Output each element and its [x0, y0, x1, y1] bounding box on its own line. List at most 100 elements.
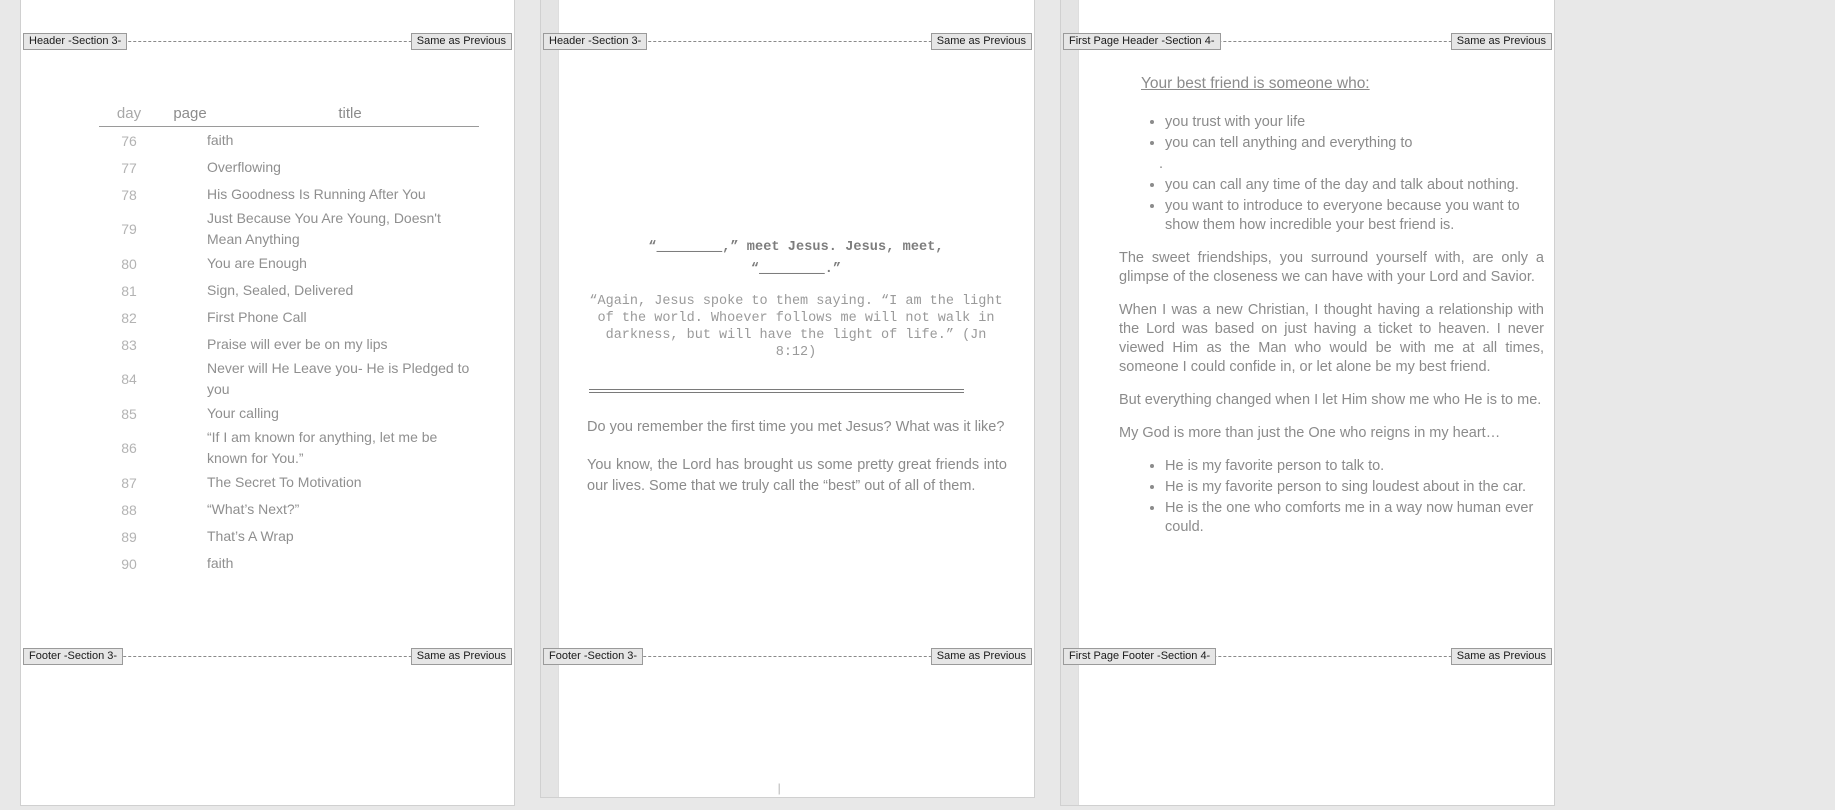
page3-header-label[interactable]: First Page Header -Section 4-: [1063, 33, 1221, 50]
title-line2-text: .”: [824, 262, 842, 277]
devotional-title: “________,” meet Jesus. Jesus, meet, “__…: [587, 237, 1005, 281]
page1-footer-label[interactable]: Footer -Section 3-: [23, 648, 124, 665]
toc-cell-day: 83: [121, 336, 137, 353]
page3-header-same-as-previous[interactable]: Same as Previous: [1450, 33, 1552, 50]
toc-cell-day: 81: [121, 282, 137, 299]
list-item: you can tell anything and everything to: [1165, 134, 1544, 153]
table-row[interactable]: 86 “If I am known for anything, let me be…: [99, 427, 479, 469]
list-item: He is my favorite person to sing loudest…: [1165, 478, 1544, 497]
document-page-3[interactable]: First Page Header -Section 4- Same as Pr…: [1060, 0, 1555, 806]
toc-cell-title: Just Because You Are Young, Doesn't Mean…: [207, 210, 441, 247]
title-blank-2: ________: [759, 262, 825, 277]
page2-footer-label[interactable]: Footer -Section 3-: [543, 648, 644, 665]
page1-footer-same-as-previous[interactable]: Same as Previous: [410, 648, 512, 665]
toc-cell-title: Praise will ever be on my lips: [207, 336, 388, 352]
toc-cell-day: 80: [121, 255, 137, 272]
devotional-heading-block: “________,” meet Jesus. Jesus, meet, “__…: [587, 237, 1005, 361]
table-row[interactable]: 87 The Secret To Motivation: [99, 469, 479, 496]
document-page-1[interactable]: Header -Section 3- Same as Previous day …: [20, 0, 515, 806]
toc-cell-title: faith: [207, 555, 234, 571]
title-blank-1: ________: [656, 240, 723, 255]
page3-gutter-stripe: [1061, 0, 1079, 805]
best-friend-bullet-list: you trust with your life you can tell any…: [1159, 113, 1544, 235]
list-item: you trust with your life: [1165, 113, 1544, 132]
toc-cell-title: First Phone Call: [207, 309, 307, 325]
toc-col-title: title: [338, 105, 362, 122]
table-row[interactable]: 84 Never will He Leave you- He is Pledged…: [99, 358, 479, 400]
table-row[interactable]: 78 His Goodness Is Running After You: [99, 181, 479, 208]
essay-paragraph: But everything changed when I let Him sh…: [1119, 392, 1542, 408]
section-double-rule: [589, 389, 964, 393]
page3-header-marker-row: First Page Header -Section 4- Same as Pr…: [1061, 33, 1554, 51]
page2-gutter-stripe: [541, 0, 559, 797]
title-line2-quote: “: [750, 262, 760, 277]
table-of-contents: day page title 76 faith 77 Overflowing 78 His…: [99, 105, 479, 577]
reflection-question: Do you remember the first time you met J…: [587, 419, 1005, 435]
table-row[interactable]: 83 Praise will ever be on my lips: [99, 331, 479, 358]
essay-content: Your best friend is someone who: you tru…: [1119, 75, 1544, 551]
page1-header-same-as-previous[interactable]: Same as Previous: [410, 33, 512, 50]
table-row[interactable]: 90 faith: [99, 550, 479, 577]
page2-header-marker-row: Header -Section 3- Same as Previous: [541, 33, 1034, 51]
toc-cell-title: faith: [207, 132, 234, 148]
page2-footer-marker-row: Footer -Section 3- Same as Previous: [541, 648, 1034, 666]
page3-footer-marker-row: First Page Footer -Section 4- Same as Pr…: [1061, 648, 1554, 666]
table-row[interactable]: 89 That’s A Wrap: [99, 523, 479, 550]
essay-paragraph: My God is more than just the One who rei…: [1119, 425, 1501, 441]
page2-header-label[interactable]: Header -Section 3-: [543, 33, 648, 50]
document-workspace: Header -Section 3- Same as Previous day …: [0, 0, 1835, 810]
toc-cell-day: 78: [121, 186, 137, 203]
list-item: He is my favorite person to talk to.: [1165, 457, 1544, 476]
title-open-quote: “: [648, 240, 657, 255]
toc-cell-title: Your calling: [207, 405, 279, 421]
essay-paragraph: The sweet friendships, you surround your…: [1119, 250, 1544, 285]
page1-header-label[interactable]: Header -Section 3-: [23, 33, 128, 50]
page3-footer-same-as-previous[interactable]: Same as Previous: [1450, 648, 1552, 665]
reflection-paragraph: You know, the Lord has brought us some p…: [587, 457, 1007, 494]
table-row[interactable]: 77 Overflowing: [99, 154, 479, 181]
table-row[interactable]: 88 “What’s Next?”: [99, 496, 479, 523]
list-item: He is the one who comforts me in a way n…: [1165, 499, 1544, 537]
my-god-bullet-list: He is my favorite person to talk to. He i…: [1165, 457, 1544, 537]
list-item: you can call any time of the day and tal…: [1165, 176, 1544, 195]
table-row[interactable]: 76 faith: [99, 127, 479, 154]
toc-cell-title: You are Enough: [207, 255, 307, 271]
toc-cell-day: 87: [121, 474, 137, 491]
toc-cell-day: 86: [121, 440, 137, 456]
reflection-block: Do you remember the first time you met J…: [587, 417, 1007, 514]
essay-paragraph: When I was a new Christian, I thought ha…: [1119, 302, 1544, 375]
page1-header-marker-row: Header -Section 3- Same as Previous: [21, 33, 514, 51]
toc-cell-title: The Secret To Motivation: [207, 474, 362, 490]
toc-cell-day: 90: [121, 555, 137, 572]
table-row[interactable]: 79 Just Because You Are Young, Doesn't Me…: [99, 208, 479, 250]
toc-header-row: day page title: [99, 105, 479, 127]
toc-cell-title: Overflowing: [207, 159, 281, 175]
toc-cell-day: 76: [121, 132, 137, 149]
list-item: .: [1159, 156, 1164, 172]
toc-cell-title: Never will He Leave you- He is Pledged t…: [207, 360, 470, 397]
essay-paragraph-group: The sweet friendships, you surround your…: [1119, 249, 1544, 443]
toc-cell-day: 82: [121, 309, 137, 326]
list-item: you want to introduce to everyone becaus…: [1165, 197, 1544, 235]
toc-cell-title: “If I am known for anything, let me be k…: [207, 429, 438, 466]
table-row[interactable]: 81 Sign, Sealed, Delivered: [99, 277, 479, 304]
toc-cell-day: 89: [121, 528, 137, 545]
title-line1-text: ,” meet Jesus. Jesus, meet,: [722, 240, 944, 255]
toc-cell-title: Sign, Sealed, Delivered: [207, 282, 354, 298]
toc-cell-day: 79: [121, 221, 137, 237]
page3-footer-label[interactable]: First Page Footer -Section 4-: [1063, 648, 1217, 665]
table-row[interactable]: 82 First Phone Call: [99, 304, 479, 331]
table-row[interactable]: 85 Your calling: [99, 400, 479, 427]
table-row[interactable]: 80 You are Enough: [99, 250, 479, 277]
scripture-verse: “Again, Jesus spoke to them saying. “I a…: [589, 294, 1003, 360]
document-page-2[interactable]: ​ Header -Section 3- Same as Previous “_…: [540, 0, 1035, 798]
toc-col-page: page: [173, 105, 207, 122]
toc-cell-day: 88: [121, 501, 137, 518]
essay-heading: Your best friend is someone who:: [1141, 75, 1370, 92]
toc-body: 76 faith 77 Overflowing 78 His Goodness Is Ru…: [99, 127, 479, 577]
toc-cell-day: 85: [121, 405, 137, 422]
toc-cell-title: “What’s Next?”: [207, 501, 300, 517]
page2-footer-same-as-previous[interactable]: Same as Previous: [930, 648, 1032, 665]
toc-cell-day: 84: [121, 371, 137, 387]
page2-header-same-as-previous[interactable]: Same as Previous: [930, 33, 1032, 50]
